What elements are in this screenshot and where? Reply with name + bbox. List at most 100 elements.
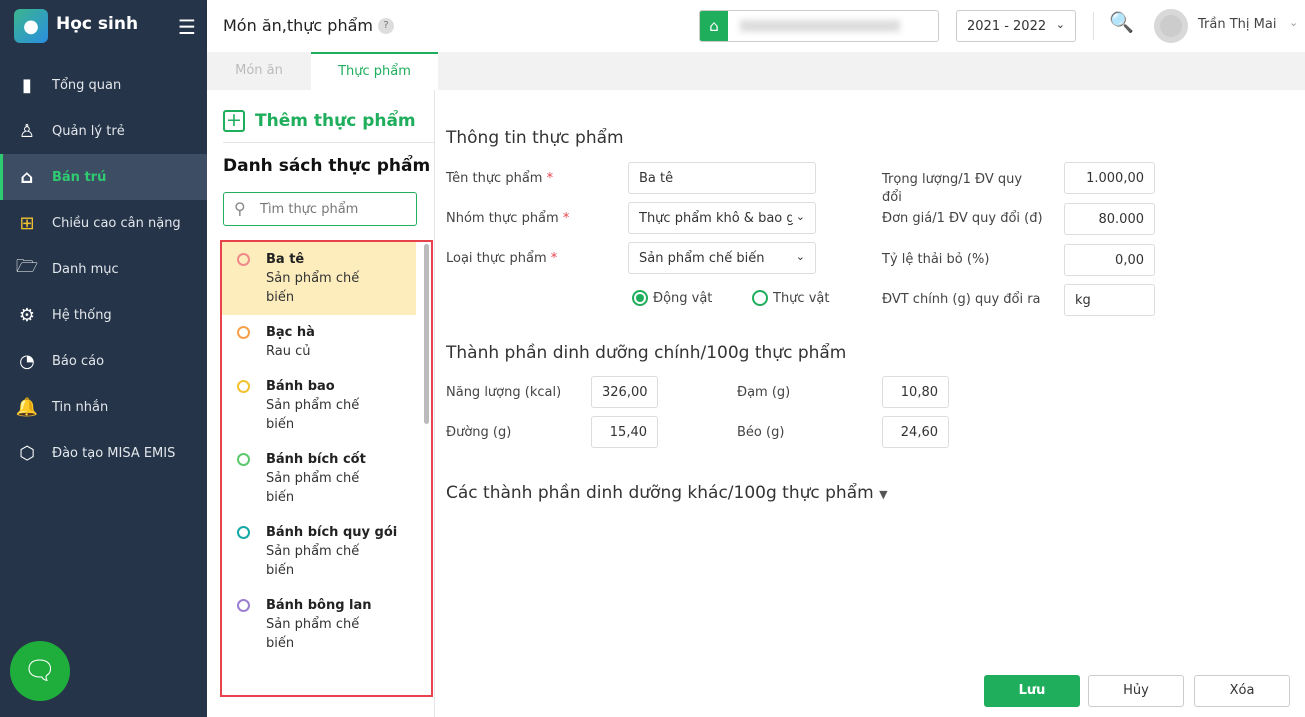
- page-title: Món ăn,thực phẩm: [223, 16, 373, 35]
- list-item[interactable]: Bánh bích cốt Sản phẩm chế biến: [222, 442, 416, 515]
- list-item[interactable]: Ba tê Sản phẩm chế biến: [222, 242, 416, 315]
- school-name-blurred: [740, 20, 900, 32]
- add-food-button[interactable]: + Thêm thực phẩm: [223, 110, 416, 132]
- search-placeholder: Tìm thực phẩm: [260, 202, 359, 217]
- food-name: Ba tê: [266, 252, 305, 267]
- plus-icon: +: [223, 110, 245, 132]
- sidebar-item-he-thong[interactable]: ⚙ Hệ thống: [0, 292, 207, 338]
- food-detail-form: Thông tin thực phẩm Tên thực phẩm * Ba t…: [446, 90, 1305, 717]
- list-item[interactable]: Bạc hà Rau củ: [222, 315, 416, 369]
- sidebar-item-label: Đào tạo MISA EMIS: [52, 445, 176, 461]
- school-selector[interactable]: ⌂: [699, 10, 939, 42]
- folder-icon: 🗁: [15, 256, 39, 277]
- fat-input[interactable]: 24,60: [882, 416, 949, 448]
- user-name[interactable]: Trần Thị Mai: [1198, 17, 1276, 32]
- food-type-select[interactable]: Sản phẩm chế biến ⌄: [628, 242, 816, 274]
- sugar-input[interactable]: 15,40: [591, 416, 658, 448]
- analytics-search-icon[interactable]: 🔍: [1109, 10, 1134, 34]
- food-list-panel: + Thêm thực phẩm Danh sách thực phẩm ⚲ Tìm…: [207, 90, 435, 717]
- sidebar-item-dao-tao[interactable]: ⬡ Đào tạo MISA EMIS: [0, 430, 207, 476]
- food-type: Sản phẩm chế biến: [266, 544, 360, 578]
- color-dot-icon: [237, 253, 250, 266]
- price-label: Đơn giá/1 ĐV quy đổi (đ): [882, 211, 1043, 226]
- tab-mon-an[interactable]: Món ăn: [207, 52, 311, 90]
- protein-input[interactable]: 10,80: [882, 376, 949, 408]
- pie-chart-icon: ◔: [19, 350, 35, 372]
- sidebar-item-label: Quản lý trẻ: [52, 123, 125, 139]
- sidebar-item-tin-nhan[interactable]: 🔔 Tin nhắn: [0, 384, 207, 430]
- sidebar-item-ban-tru[interactable]: ⌂ Bán trú: [0, 154, 207, 200]
- avatar[interactable]: [1154, 9, 1188, 43]
- tab-thuc-pham[interactable]: Thực phẩm: [311, 52, 438, 90]
- color-dot-icon: [237, 599, 250, 612]
- sidebar-item-label: Danh mục: [52, 261, 119, 277]
- sugar-label: Đường (g): [446, 425, 512, 440]
- chevron-down-icon: ⌄: [791, 250, 805, 263]
- price-input[interactable]: 80.000: [1064, 203, 1155, 235]
- sidebar-item-quan-ly-tre[interactable]: ♙ Quản lý trẻ: [0, 108, 207, 154]
- chart-bars-icon: ▮: [22, 74, 32, 96]
- color-dot-icon: [237, 526, 250, 539]
- divider: [223, 142, 434, 143]
- food-type: Rau củ: [266, 344, 311, 359]
- list-item[interactable]: Bánh bao Sản phẩm chế biến: [222, 369, 416, 442]
- sidebar-item-tong-quan[interactable]: ▮ Tổng quan: [0, 62, 207, 108]
- sidebar-item-label: Tin nhắn: [52, 399, 109, 415]
- cancel-button[interactable]: Hủy: [1088, 675, 1184, 707]
- person-icon: ♙: [18, 120, 36, 142]
- header: Món ăn,thực phẩm ? ⌂ 2021 - 2022 ⌄ 🔍 Trần…: [207, 0, 1305, 52]
- waste-input[interactable]: 0,00: [1064, 244, 1155, 276]
- food-search-input[interactable]: ⚲ Tìm thực phẩm: [223, 192, 417, 226]
- other-nutrition-toggle[interactable]: Các thành phần dinh dưỡng khác/100g thực…: [446, 483, 888, 503]
- gear-icon: ⚙: [18, 304, 36, 326]
- group-label: Nhóm thực phẩm *: [446, 211, 570, 226]
- sidebar-item-chieu-cao-can-nang[interactable]: ⊞ Chiều cao cân nặng: [0, 200, 207, 246]
- chevron-down-icon: ⌄: [1055, 18, 1065, 31]
- name-label: Tên thực phẩm *: [446, 171, 554, 186]
- food-group-select[interactable]: Thực phẩm khô & bao g ⌄: [628, 202, 816, 234]
- radio-checked-icon: [632, 290, 648, 306]
- sidebar-item-danh-muc[interactable]: 🗁 Danh mục: [0, 246, 207, 292]
- caret-down-icon: ▼: [879, 488, 888, 501]
- color-dot-icon: [237, 453, 250, 466]
- sidebar-item-bao-cao[interactable]: ◔ Báo cáo: [0, 338, 207, 384]
- school-year-select[interactable]: 2021 - 2022 ⌄: [956, 10, 1076, 42]
- chat-button[interactable]: 🗨: [10, 641, 70, 701]
- add-food-label: Thêm thực phẩm: [255, 111, 416, 131]
- color-dot-icon: [237, 326, 250, 339]
- list-item[interactable]: Bánh bông lan Sản phẩm chế biến: [222, 588, 416, 661]
- sidebar-item-label: Chiều cao cân nặng: [52, 215, 181, 231]
- chevron-down-icon[interactable]: ⌄: [1289, 16, 1298, 29]
- radio-animal[interactable]: Động vật: [632, 290, 712, 306]
- school-icon: ⌂: [700, 11, 728, 41]
- medkit-icon: ⊞: [19, 212, 35, 234]
- unit-label: ĐVT chính (g) quy đổi ra: [882, 292, 1041, 307]
- chevron-down-icon: ⌄: [791, 210, 805, 223]
- weight-input[interactable]: 1.000,00: [1064, 162, 1155, 194]
- cube-icon: ⬡: [19, 442, 35, 464]
- house-icon: ⌂: [20, 166, 34, 188]
- school-year-value: 2021 - 2022: [967, 19, 1047, 34]
- food-name: Bánh bích quy gói: [266, 525, 398, 540]
- waste-label: Tỷ lệ thải bỏ (%): [882, 252, 990, 267]
- list-item[interactable]: Bánh bích quy gói Sản phẩm chế biến: [222, 515, 416, 588]
- sidebar: ● Học sinh ☰ ▮ Tổng quan ♙ Quản lý trẻ ⌂ Bá…: [0, 0, 207, 717]
- help-icon[interactable]: ?: [378, 18, 394, 34]
- save-button[interactable]: Lưu: [984, 675, 1080, 707]
- scrollbar[interactable]: [424, 244, 429, 424]
- color-dot-icon: [237, 380, 250, 393]
- radio-plant[interactable]: Thực vật: [752, 290, 829, 306]
- food-type: Sản phẩm chế biến: [266, 617, 360, 651]
- unit-input[interactable]: kg: [1064, 284, 1155, 316]
- sidebar-item-label: Bán trú: [52, 169, 107, 185]
- food-name-input[interactable]: Ba tê: [628, 162, 816, 194]
- food-name: Bánh bích cốt: [266, 452, 366, 467]
- food-name: Bạc hà: [266, 325, 315, 340]
- menu-toggle-icon[interactable]: ☰: [178, 15, 196, 39]
- delete-button[interactable]: Xóa: [1194, 675, 1290, 707]
- sidebar-nav: ▮ Tổng quan ♙ Quản lý trẻ ⌂ Bán trú ⊞ Chiều …: [0, 62, 207, 476]
- energy-input[interactable]: 326,00: [591, 376, 658, 408]
- energy-label: Năng lượng (kcal): [446, 385, 562, 400]
- sidebar-item-label: Tổng quan: [52, 77, 122, 93]
- food-type: Sản phẩm chế biến: [266, 471, 360, 505]
